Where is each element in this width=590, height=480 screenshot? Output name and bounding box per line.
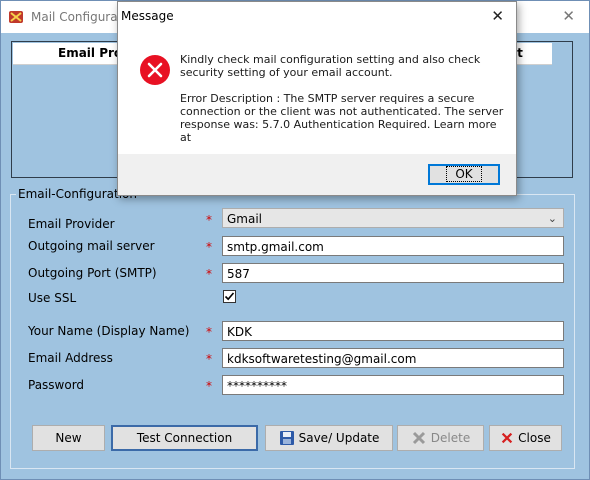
dialog-title: Message: [121, 9, 174, 23]
close-button[interactable]: Close: [489, 425, 562, 451]
display-name-input[interactable]: KDK: [222, 321, 564, 341]
dialog-message-error-description: Error Description : The SMTP server requ…: [180, 92, 504, 144]
delete-label: Delete: [430, 431, 471, 445]
email-provider-label: Email Provider: [28, 217, 115, 231]
use-ssl-label: Use SSL: [28, 291, 77, 305]
email-address-label: Email Address: [28, 351, 113, 365]
dialog-message-line1: Kindly check mail configuration setting …: [180, 53, 481, 79]
outgoing-port-label: Outgoing Port (SMTP): [28, 266, 157, 280]
delete-icon: [412, 431, 425, 445]
outgoing-server-input[interactable]: smtp.gmail.com: [222, 236, 564, 256]
close-label: Close: [518, 431, 551, 445]
email-provider-value: Gmail: [227, 212, 263, 226]
required-marker: *: [206, 325, 212, 339]
save-update-label: Save/ Update: [298, 431, 380, 445]
app-icon: [9, 11, 23, 23]
grid-column-email-provider[interactable]: Email Pro: [58, 46, 122, 60]
ok-button-label: OK: [446, 166, 482, 182]
new-button-label: New: [55, 431, 82, 445]
save-update-button[interactable]: Save/ Update: [265, 425, 393, 451]
test-connection-label: Test Connection: [136, 431, 233, 445]
email-address-input[interactable]: kdksoftwaretesting@gmail.com: [222, 348, 564, 368]
use-ssl-checkbox[interactable]: [223, 290, 236, 303]
test-connection-button[interactable]: Test Connection: [111, 425, 258, 451]
window-close-button[interactable]: ✕: [562, 7, 575, 25]
new-button[interactable]: New: [32, 425, 105, 451]
error-icon: [140, 55, 170, 85]
ok-button[interactable]: OK: [428, 164, 500, 185]
display-name-label: Your Name (Display Name): [28, 324, 190, 338]
dialog-message: Kindly check mail configuration setting …: [180, 53, 510, 157]
required-marker: *: [206, 352, 212, 366]
required-marker: *: [206, 240, 212, 254]
dialog-close-button[interactable]: ✕: [491, 7, 504, 25]
email-provider-select[interactable]: Gmail ⌄: [222, 208, 564, 228]
required-marker: *: [206, 267, 212, 281]
chevron-down-icon[interactable]: ⌄: [548, 209, 557, 229]
close-icon: [501, 432, 513, 444]
password-input[interactable]: **********: [222, 375, 564, 395]
save-icon: [279, 431, 294, 445]
checkmark-icon: [224, 292, 235, 301]
password-label: Password: [28, 378, 85, 392]
message-dialog: Message ✕ Kindly check mail configuratio…: [117, 1, 517, 196]
outgoing-port-input[interactable]: 587: [222, 263, 564, 283]
required-marker: *: [206, 213, 212, 227]
required-marker: *: [206, 379, 212, 393]
delete-button[interactable]: Delete: [397, 425, 484, 451]
dialog-footer: OK: [118, 154, 516, 195]
outgoing-server-label: Outgoing mail server: [28, 239, 155, 253]
